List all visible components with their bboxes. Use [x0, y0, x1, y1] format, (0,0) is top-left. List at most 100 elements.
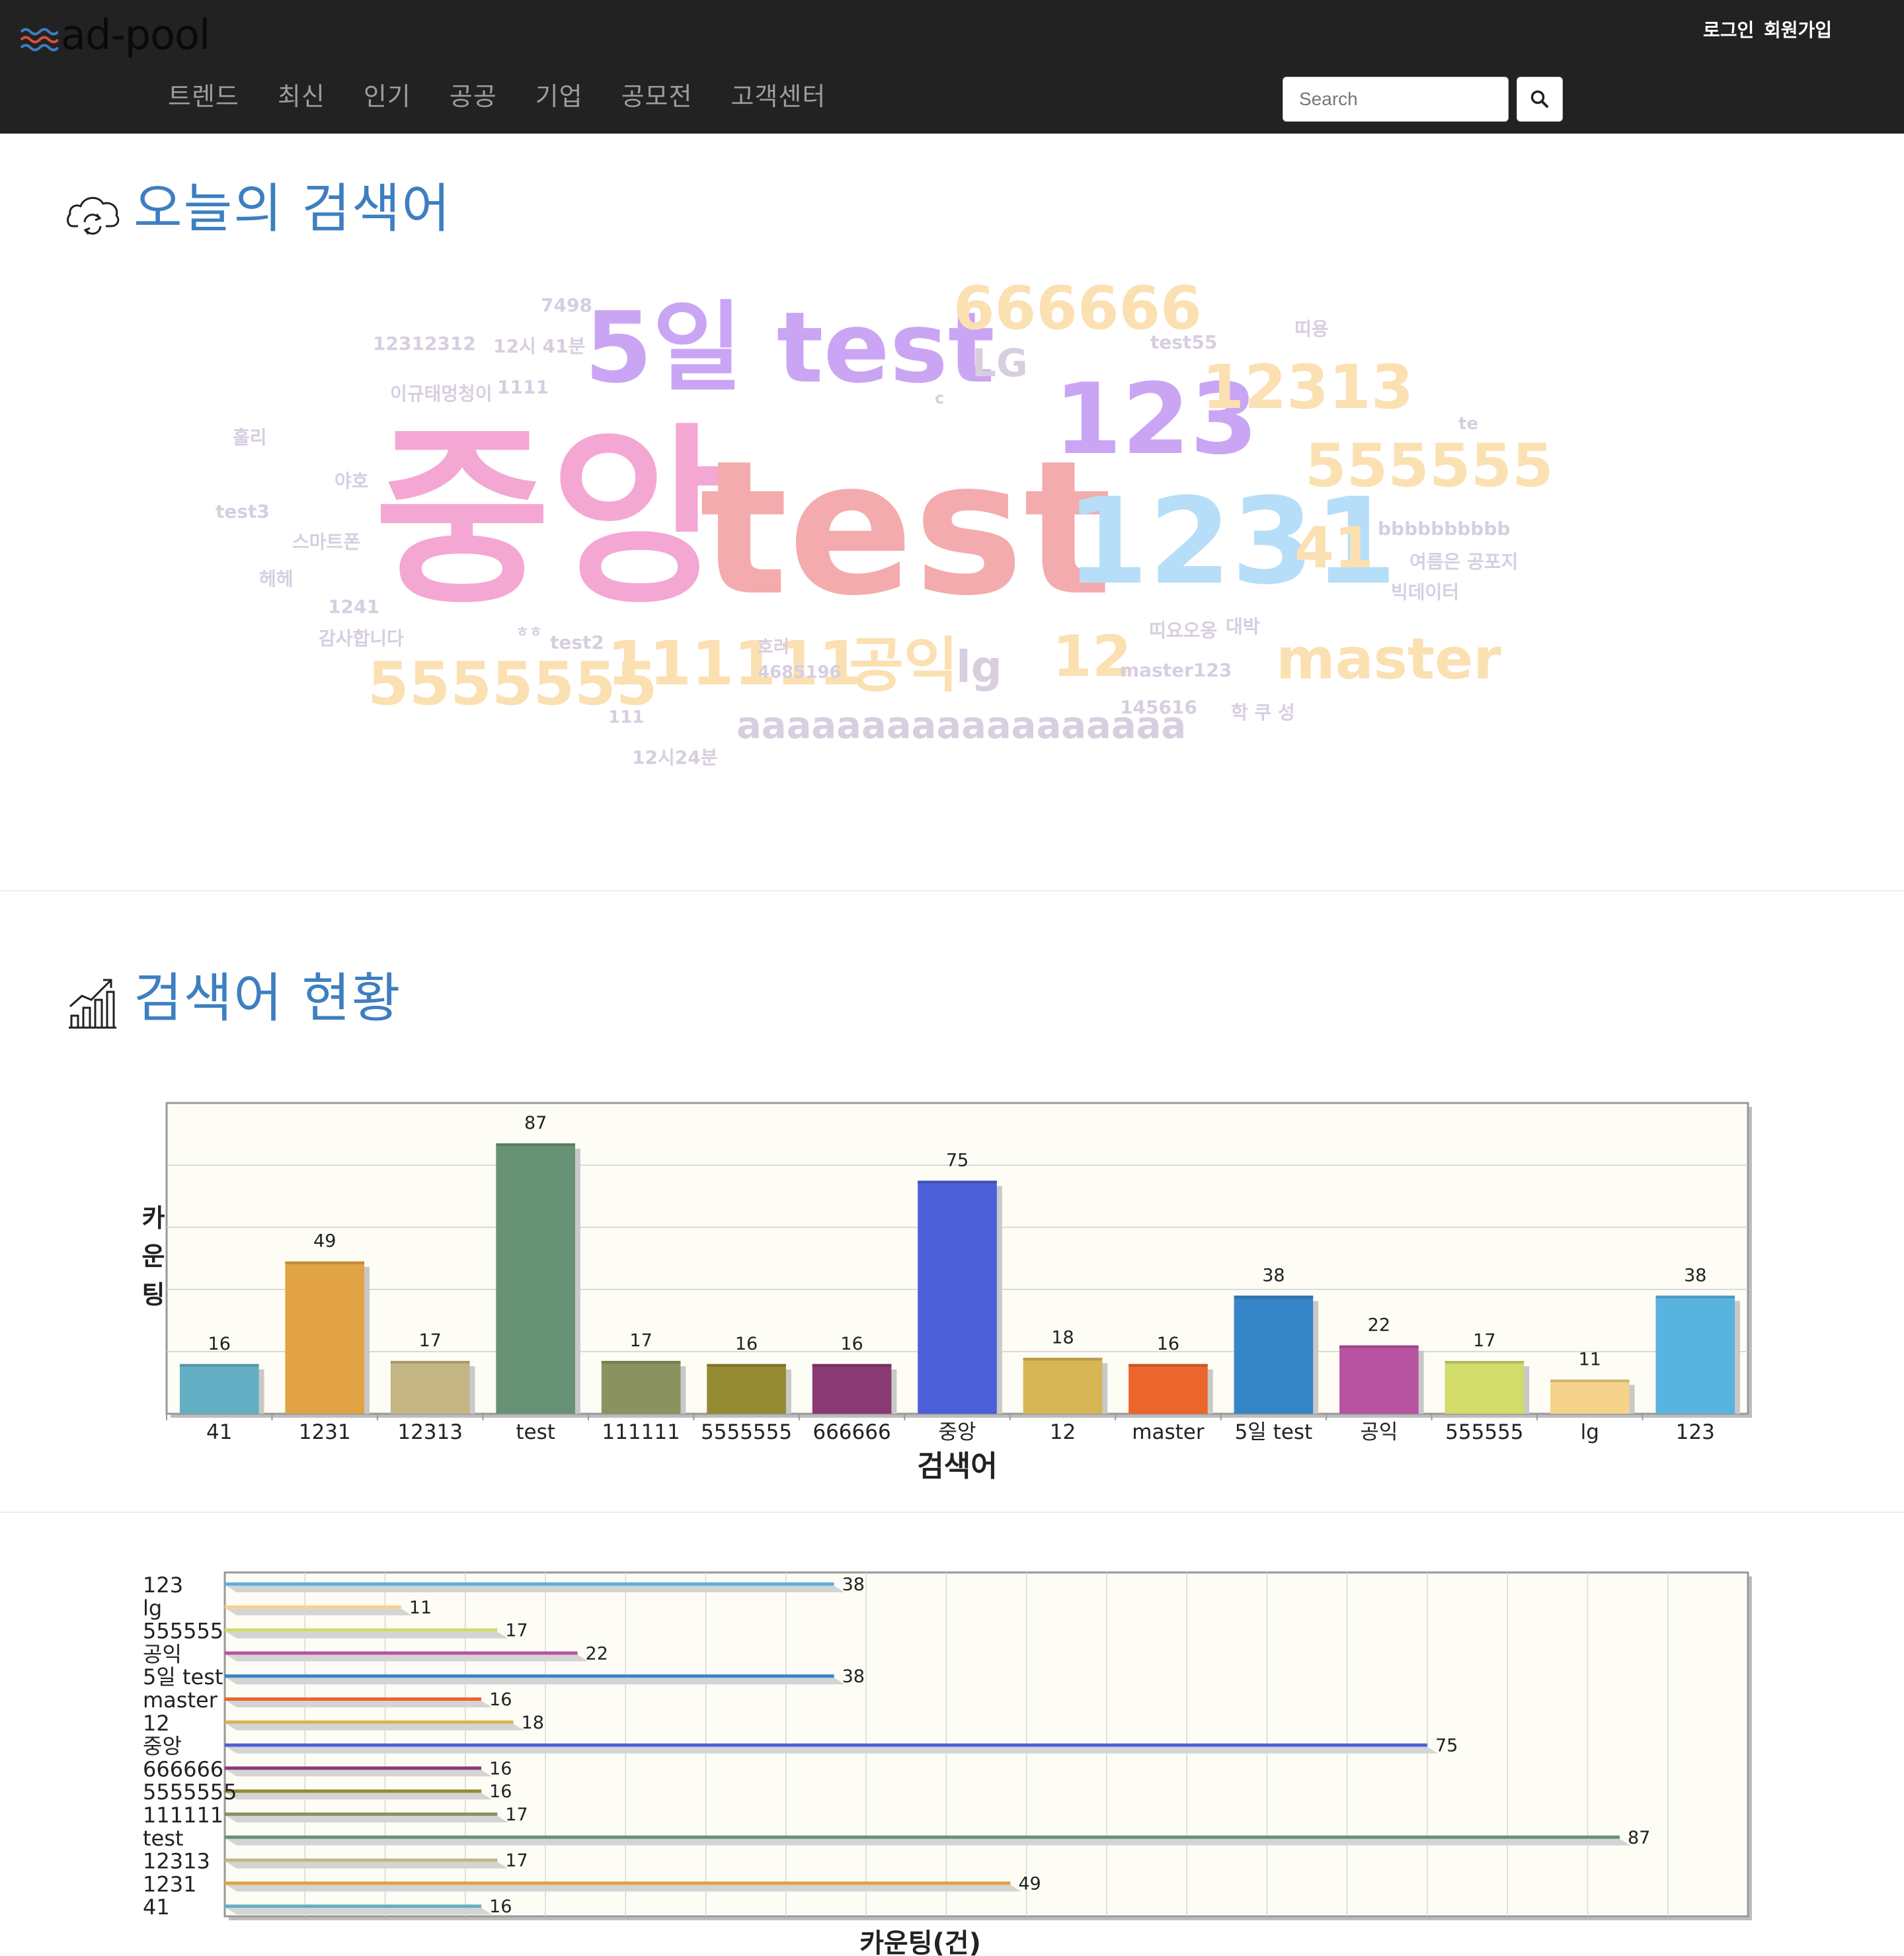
wave-logo-icon — [20, 28, 58, 52]
y-tick-label: lg — [143, 1596, 162, 1621]
bar-value-label: 16 — [489, 1758, 512, 1779]
cloud-word[interactable]: test55 — [1150, 333, 1217, 352]
y-tick-label: 5555555 — [143, 1779, 237, 1805]
cloud-word[interactable]: 감사합니다 — [319, 630, 404, 648]
cloud-word[interactable]: 야호 — [335, 472, 369, 491]
cloud-word[interactable]: 145616 — [1120, 698, 1197, 717]
x-axis-title: 카운팅(건) — [859, 1928, 981, 1956]
x-tick-label: lg — [1581, 1420, 1599, 1444]
nav-item-latest[interactable]: 최신 — [278, 77, 325, 116]
cloud-word[interactable]: 5일 test — [584, 299, 995, 397]
bar — [390, 1361, 470, 1414]
cloud-word[interactable]: master123 — [1120, 661, 1232, 680]
login-link[interactable]: 로그인 — [1703, 19, 1754, 42]
nav-item-trend[interactable]: 트렌드 — [168, 77, 239, 116]
y-tick-label: 5일 test — [143, 1664, 223, 1690]
nav-item-public[interactable]: 공공 — [450, 77, 497, 116]
cloud-word[interactable]: 여름은 공포지 — [1409, 553, 1518, 571]
y-tick-label: test — [143, 1826, 183, 1851]
cloud-word[interactable]: 1111 — [497, 378, 549, 397]
bar-shadow — [226, 1654, 588, 1662]
search-button[interactable] — [1517, 77, 1563, 122]
cloud-word[interactable]: master — [1276, 631, 1501, 688]
cloud-word[interactable]: te — [1458, 415, 1478, 432]
cloud-word[interactable]: aaaaaaaaaaaaaaaaaa — [736, 708, 1186, 745]
y-tick-label: master — [143, 1688, 218, 1713]
cloud-word[interactable]: 띠용 — [1294, 320, 1329, 339]
bar-value-label: 75 — [1435, 1736, 1458, 1756]
bar-top-edge — [918, 1180, 997, 1184]
bar-shadow — [226, 1885, 1021, 1892]
bar-top-edge — [1023, 1358, 1103, 1361]
section-divider — [0, 1512, 1904, 1513]
cloud-word[interactable]: c — [935, 390, 944, 406]
bar — [225, 1743, 1427, 1747]
bar — [1445, 1361, 1525, 1414]
bar-shadow — [226, 1608, 412, 1615]
y-tick-label: 12 — [143, 1711, 170, 1736]
bar — [225, 1766, 482, 1770]
cloud-word[interactable]: 7498 — [541, 296, 592, 315]
bar — [225, 1881, 1011, 1885]
cloud-word[interactable]: 호러 — [758, 639, 789, 656]
cloud-word[interactable]: LG — [972, 344, 1028, 382]
cloud-word[interactable]: 12시24분 — [632, 749, 717, 767]
bar-top-edge — [1234, 1295, 1314, 1299]
nav-item-contest[interactable]: 공모전 — [621, 77, 693, 116]
bar-top-edge — [601, 1361, 681, 1364]
cloud-word[interactable]: test — [699, 436, 1112, 622]
bar-value-label: 49 — [313, 1231, 336, 1252]
x-tick-label: 41 — [206, 1420, 232, 1444]
bar-shadow — [226, 1701, 493, 1707]
nav-item-popular[interactable]: 인기 — [364, 77, 411, 116]
cloud-word[interactable]: 12312312 — [373, 335, 476, 353]
cloud-word[interactable]: test3 — [216, 503, 270, 521]
cloud-word[interactable]: test2 — [550, 633, 604, 652]
cloud-word[interactable]: 띠요오옹 — [1149, 622, 1217, 640]
cloud-word[interactable]: 중앙 — [374, 423, 727, 615]
bar-value-label: 38 — [1262, 1265, 1285, 1285]
cloud-word[interactable]: 111 — [608, 709, 644, 726]
cloud-word[interactable]: 이규태멍청이 — [390, 385, 493, 403]
cloud-word[interactable]: 헤헤 — [259, 570, 294, 589]
bar-shadow — [226, 1631, 508, 1639]
bar-top-edge — [179, 1364, 259, 1367]
cloud-word[interactable]: 학 쿠 성 — [1231, 704, 1295, 722]
bar-value-label: 16 — [735, 1334, 758, 1354]
cloud-word[interactable]: ㅎㅎ — [516, 626, 542, 640]
cloud-word[interactable]: bbbbbbbbbb — [1378, 520, 1510, 538]
cloud-word[interactable]: 훌리 — [233, 428, 267, 447]
cloud-word[interactable]: lg — [956, 645, 1002, 689]
x-tick-label: 666666 — [813, 1420, 891, 1444]
horizontal-bar-chart: 38 123 11 lg 17 555555 22 공익 38 5일 test 16 master 18… — [143, 1571, 1752, 1956]
bar — [225, 1720, 514, 1724]
cloud-word[interactable]: 공익 — [849, 636, 959, 696]
cloud-word[interactable]: 555555 — [1305, 436, 1554, 496]
y-tick-label: 공익 — [143, 1641, 182, 1666]
x-tick-label: 555555 — [1445, 1420, 1523, 1444]
cloud-word[interactable]: 빅데이터 — [1391, 583, 1459, 602]
bar — [225, 1674, 834, 1678]
cloud-word[interactable]: 4685196 — [758, 664, 842, 681]
bar — [225, 1904, 482, 1908]
bar — [285, 1261, 364, 1414]
cloud-word[interactable]: 12313 — [1202, 357, 1413, 418]
bar-shadow — [226, 1678, 845, 1685]
bar-value-label: 17 — [1473, 1330, 1495, 1351]
nav-item-support[interactable]: 고객센터 — [731, 77, 826, 116]
x-tick-label: 123 — [1676, 1420, 1715, 1444]
main-nav: 트렌드 최신 인기 공공 기업 공모전 고객센터 — [168, 77, 864, 116]
search-input[interactable] — [1283, 77, 1509, 122]
cloud-word[interactable]: 1241 — [328, 598, 379, 616]
cloud-word[interactable]: 666666 — [953, 279, 1202, 339]
bar — [1655, 1295, 1735, 1414]
bar-shadow — [226, 1838, 1630, 1846]
signup-link[interactable]: 회원가입 — [1764, 19, 1832, 42]
search-icon — [1530, 90, 1548, 108]
cloud-word[interactable]: 12시 41분 — [493, 337, 585, 356]
cloud-sync-icon — [67, 196, 120, 235]
cloud-word[interactable]: 대박 — [1226, 618, 1260, 636]
nav-item-company[interactable]: 기업 — [536, 77, 583, 116]
cloud-word[interactable]: 스마트폰 — [292, 533, 360, 551]
cloud-word[interactable]: 41 — [1294, 520, 1374, 577]
